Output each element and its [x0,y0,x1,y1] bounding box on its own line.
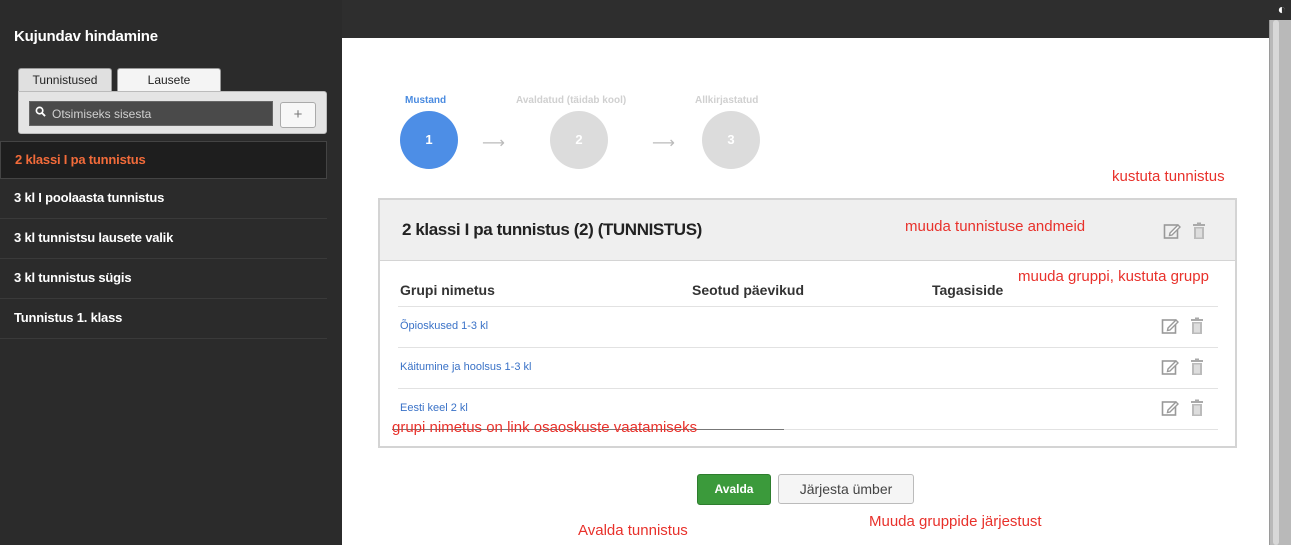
trash-icon[interactable] [1190,222,1208,240]
sidebar-item-2-klassi[interactable]: 2 klassi I pa tunnistus [0,141,327,179]
add-button[interactable]: + [280,102,316,128]
corner-icon: ◐ [1277,1,1287,17]
edit-icon[interactable] [1161,399,1179,417]
edit-icon[interactable] [1161,358,1179,376]
tab-lausete[interactable]: Lausete [117,68,221,92]
sidebar-nav: 2 klassi I pa tunnistus 3 kl I poolaasta… [0,141,327,339]
search-panel: + [18,91,327,134]
publish-button[interactable]: Avalda [697,474,771,505]
group-link[interactable]: Käitumine ja hoolsus 1-3 kl [400,361,531,373]
card-header: 2 klassi I pa tunnistus (2) (TUNNISTUS) [380,200,1235,261]
sidebar-item-3-kl-sygis[interactable]: 3 kl tunnistus sügis [0,259,327,299]
step-circle-3[interactable]: 3 [702,111,760,169]
tab-tunnistused[interactable]: Tunnistused [18,68,112,92]
column-header-grupi-nimetus: Grupi nimetus [400,282,495,298]
sidebar-item-3-kl-poolaasta[interactable]: 3 kl I poolaasta tunnistus [0,179,327,219]
search-icon [35,106,46,117]
annotation-edit-certificate: muuda tunnistuse andmeid [905,218,1086,235]
scrollbar-thumb[interactable] [1273,20,1279,545]
search-input[interactable] [29,101,273,126]
scrollbar[interactable] [1269,20,1291,545]
table-row: Õpioskused 1-3 kl [398,307,1218,348]
annotation-reorder: Muuda gruppide järjestust [869,513,1042,530]
sidebar: Kujundav hindamine Tunnistused Lausete +… [0,0,342,545]
edit-icon[interactable] [1163,222,1181,240]
step-circle-1[interactable]: 1 [400,111,458,169]
app-title: Kujundav hindamine [14,28,158,45]
certificate-card: 2 klassi I pa tunnistus (2) (TUNNISTUS) … [378,198,1237,448]
annotation-edit-group: muuda gruppi, kustuta grupp [1018,268,1209,285]
column-header-seotud-paevikud: Seotud päevikud [692,282,805,298]
step-label-avaldatud: Avaldatud (täidab kool) [516,95,627,106]
sidebar-item-tunnistus-1[interactable]: Tunnistus 1. klass [0,299,327,339]
arrow-right-icon: ⟶ [482,135,505,152]
reorder-button[interactable]: Järjesta ümber [778,474,914,504]
group-link[interactable]: Eesti keel 2 kl [400,402,468,414]
trash-icon[interactable] [1188,358,1206,376]
annotation-publish: Avalda tunnistus [578,522,688,539]
arrow-right-icon: ⟶ [652,135,675,152]
trash-icon[interactable] [1188,317,1206,335]
group-link[interactable]: Õpioskused 1-3 kl [400,320,488,332]
table-row: Käitumine ja hoolsus 1-3 kl [398,348,1218,389]
annotation-delete-certificate: kustuta tunnistus [1112,168,1225,185]
column-header-tagasiside: Tagasiside [932,282,1004,298]
edit-icon[interactable] [1161,317,1179,335]
step-circle-2[interactable]: 2 [550,111,608,169]
trash-icon[interactable] [1188,399,1206,417]
sidebar-item-3-kl-lausete[interactable]: 3 kl tunnistsu lausete valik [0,219,327,259]
annotation-group-link: grupi nimetus on link osaoskuste vaatami… [392,419,698,436]
card-title: 2 klassi I pa tunnistus (2) (TUNNISTUS) [402,220,702,239]
step-label-allkirjastatud: Allkirjastatud [695,95,759,106]
step-label-mustand: Mustand [405,95,447,106]
